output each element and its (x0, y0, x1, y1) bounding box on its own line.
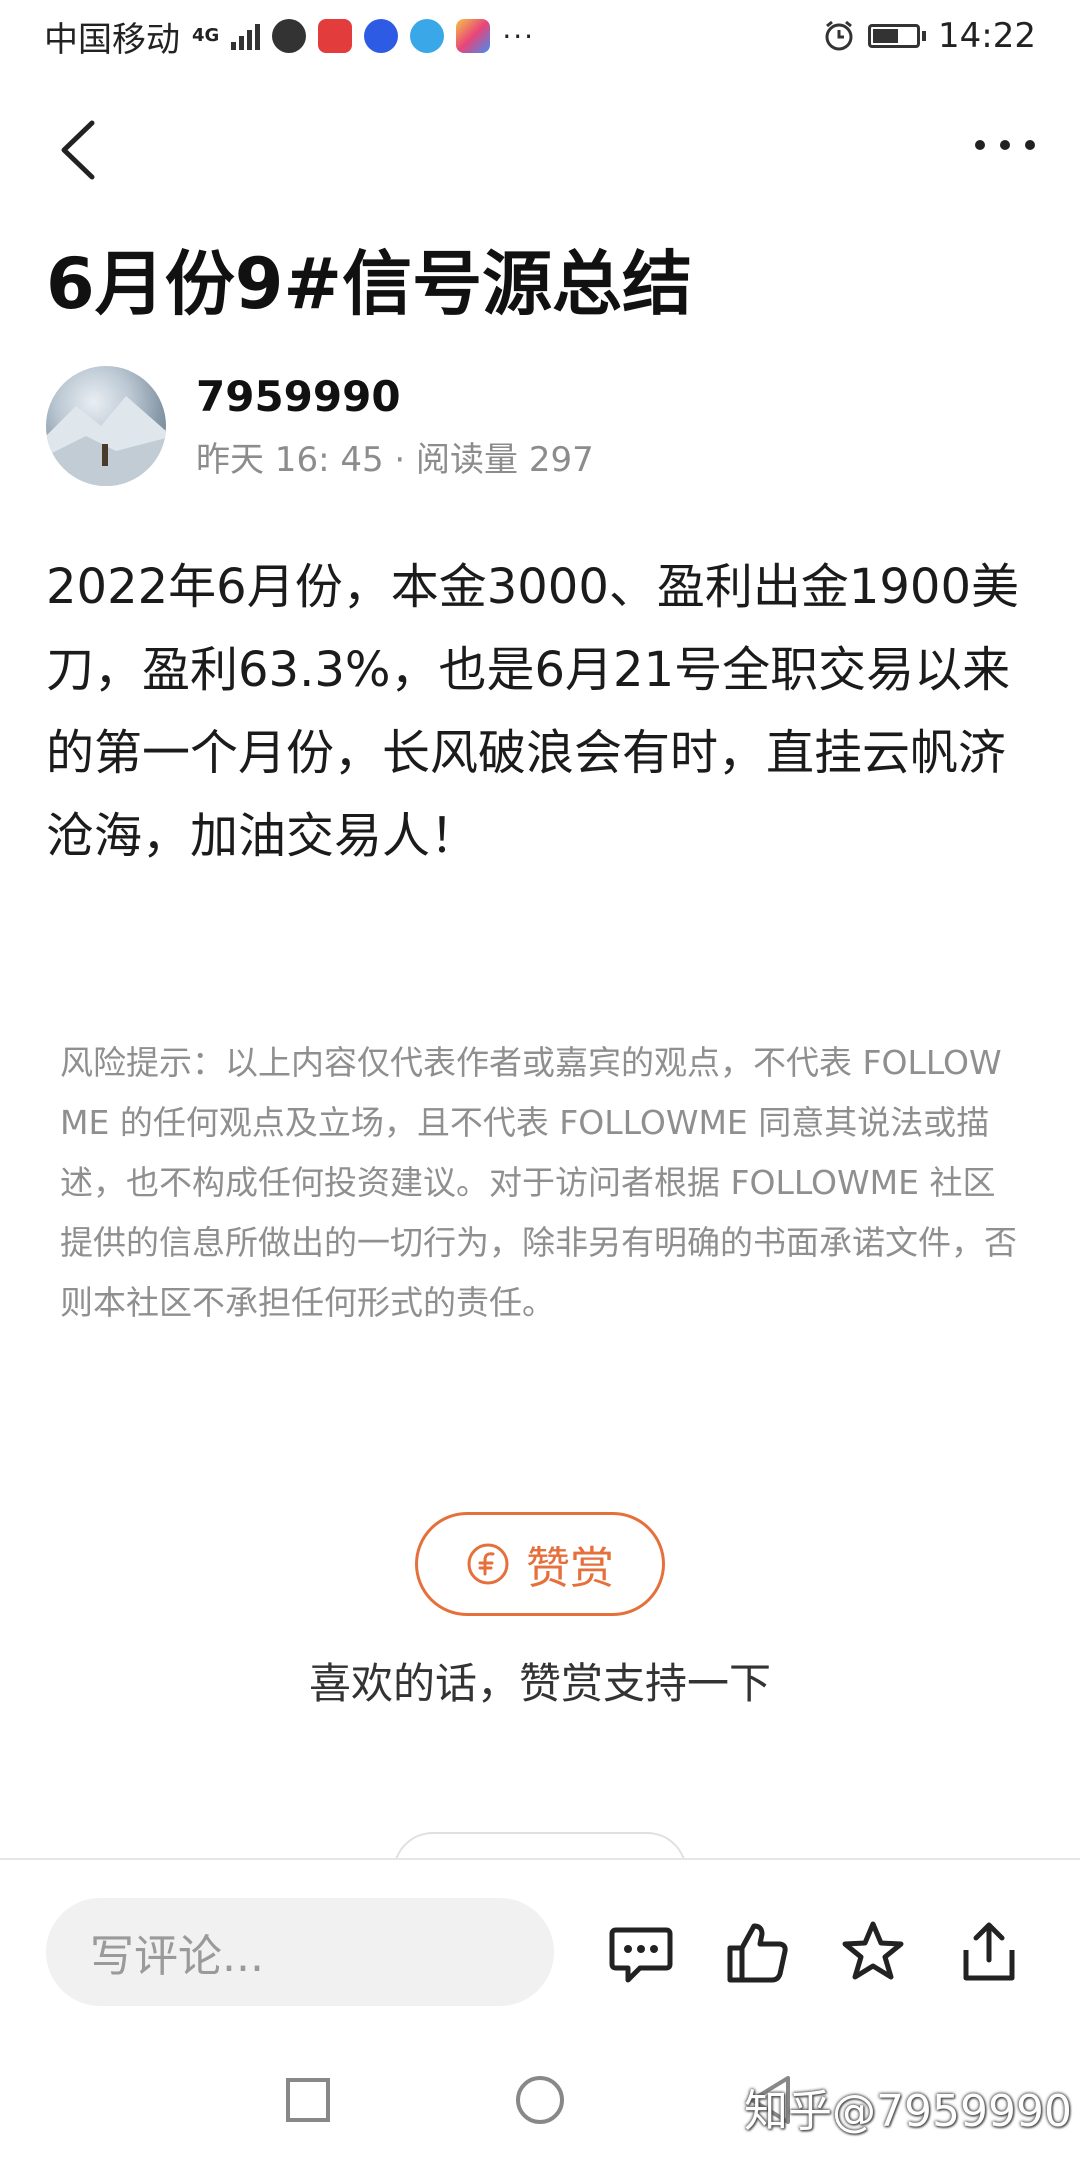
top-nav (0, 95, 1080, 195)
status-left: 中国移动 4G ··· (44, 12, 535, 61)
battery-icon (868, 24, 927, 48)
reward-button-label: 赞赏 (526, 1543, 614, 1594)
more-icon[interactable] (970, 125, 1040, 165)
author-name[interactable]: 7959990 (196, 372, 401, 421)
comment-icon[interactable] (606, 1918, 676, 1988)
like-icon[interactable] (722, 1918, 792, 1988)
baidu-app-icon (364, 19, 399, 53)
colorful-app-icon (456, 19, 491, 53)
status-bar: 中国移动 4G ··· 14:22 (0, 0, 1080, 72)
share-icon[interactable] (954, 1918, 1024, 1988)
watermark-text: 知乎@7959990 (744, 2086, 1072, 2137)
avatar-image (46, 396, 166, 486)
recents-icon[interactable] (278, 2070, 338, 2130)
star-icon[interactable] (838, 1918, 908, 1988)
signal-icon (231, 22, 261, 50)
back-arrow-icon[interactable] (50, 115, 110, 185)
author-info[interactable]: 7959990 昨天 16: 45 · 阅读量 297 (46, 366, 1046, 486)
browser-app-icon (272, 19, 307, 53)
article-title: 6月份9#信号源总结 (46, 243, 693, 325)
post-meta: 昨天 16: 45 · 阅读量 297 (196, 440, 594, 480)
network-label: 4G (192, 25, 220, 46)
reward-hint: 喜欢的话，赞赏支持一下 (308, 1659, 771, 1708)
comment-input[interactable]: 写评论... (46, 1898, 554, 2006)
reward-button[interactable]: 赞赏 (415, 1512, 665, 1616)
article-body: 2022年6月份，本金3000、盈利出金1900美刀，盈利63.3%，也是6月2… (46, 559, 1020, 864)
bottom-action-bar: 写评论... (0, 1858, 1080, 2020)
cloud-app-icon (410, 19, 445, 53)
alarm-icon (825, 20, 853, 51)
more-notifications-icon: ··· (502, 19, 536, 53)
coin-icon (467, 1543, 509, 1585)
carrier-label: 中国移动 (44, 19, 180, 60)
risk-disclaimer: 风险提示：以上内容仅代表作者或嘉宾的观点，不代表 FOLLOWME 的任何观点及… (60, 1043, 1017, 1322)
home-icon[interactable] (510, 2070, 570, 2130)
clock-time: 14:22 (938, 16, 1036, 56)
article-page: 中国移动 4G ··· 14:22 6月份9#信号源总结 7959990 昨天 … (0, 0, 1080, 2160)
book-app-icon (318, 19, 353, 53)
status-right: 14:22 (822, 16, 1036, 56)
avatar[interactable] (46, 366, 166, 486)
